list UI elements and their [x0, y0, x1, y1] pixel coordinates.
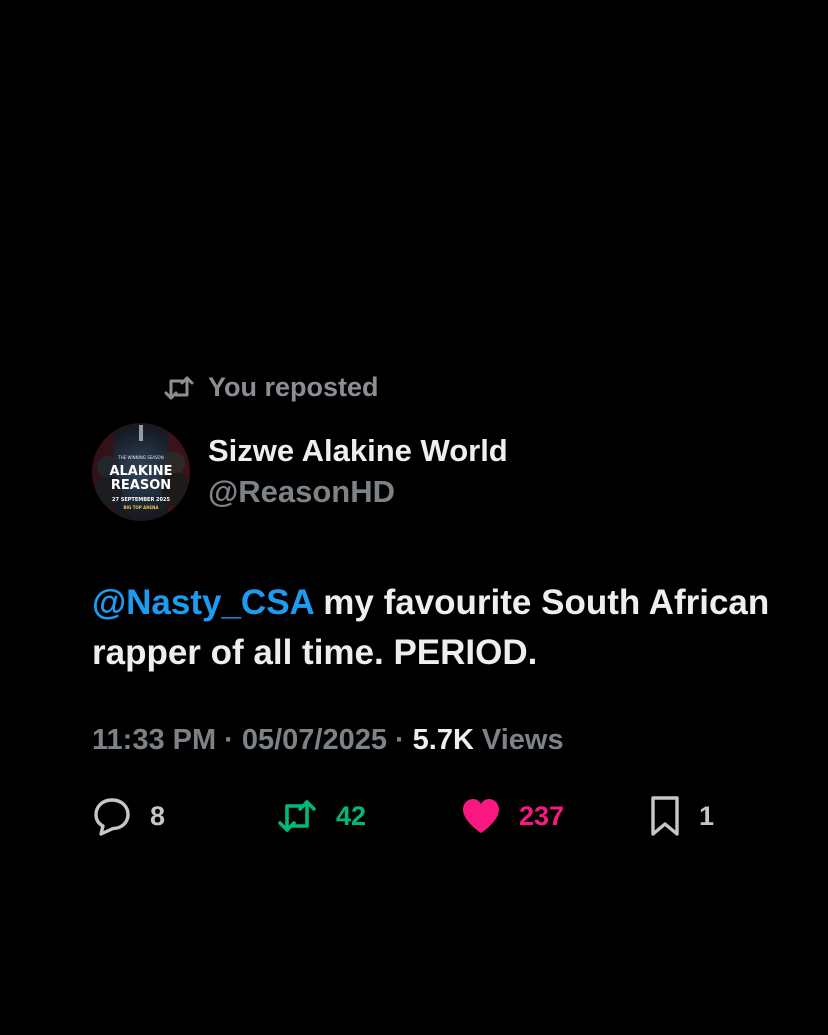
tweet-text-line-2: rapper of all time. PERIOD. — [92, 633, 538, 672]
svg-text:REASON: REASON — [111, 478, 171, 493]
tweet-text-line-1-rest: my favourite South African — [313, 583, 770, 622]
svg-text:THE WINNING SEASON: THE WINNING SEASON — [117, 455, 163, 460]
heart-icon — [461, 797, 501, 835]
retweet-button[interactable]: 42 — [276, 794, 366, 838]
svg-text:27 SEPTEMBER 2025: 27 SEPTEMBER 2025 — [112, 497, 170, 503]
bookmark-button[interactable]: 1 — [649, 794, 714, 838]
views-label: Views — [481, 724, 564, 756]
reply-count: 8 — [150, 800, 166, 831]
repost-label: You reposted — [208, 372, 379, 402]
tweet-text: @Nasty_CSA my favourite South African ra… — [92, 578, 828, 678]
svg-text:BIG TOP ARENA: BIG TOP ARENA — [123, 505, 159, 510]
bookmark-count: 1 — [699, 800, 715, 831]
tweet-date[interactable]: 05/07/2025 — [242, 724, 387, 757]
tweet-text-line-1: @Nasty_CSA my favourite South African — [92, 578, 828, 628]
display-name[interactable]: Sizwe Alakine World — [208, 432, 508, 470]
reply-button[interactable]: 8 — [92, 794, 165, 838]
svg-text:ALAKINE: ALAKINE — [109, 464, 172, 479]
mention-link[interactable]: @Nasty_CSA — [92, 583, 314, 622]
like-count: 237 — [519, 800, 565, 831]
like-button[interactable]: 237 — [461, 794, 564, 838]
tweet-meta: 11:33 PM · 05/07/2025 · 5.7K Views — [92, 724, 564, 757]
avatar[interactable]: THE WINNING SEASON ALAKINE REASON 27 SEP… — [92, 423, 190, 521]
bookmark-icon — [649, 795, 681, 837]
retweet-icon — [276, 796, 318, 836]
repost-icon — [162, 374, 196, 402]
views-count: 5.7K — [412, 724, 474, 756]
tweet-time[interactable]: 11:33 PM — [92, 724, 216, 757]
retweet-count: 42 — [336, 800, 367, 831]
author-block[interactable]: Sizwe Alakine World @ReasonHD — [208, 432, 508, 512]
repost-banner: You reposted — [162, 372, 379, 403]
reply-bubble-icon — [92, 796, 132, 836]
meta-separator: · — [394, 724, 405, 756]
user-handle[interactable]: @ReasonHD — [208, 472, 508, 512]
meta-separator: · — [224, 724, 234, 756]
